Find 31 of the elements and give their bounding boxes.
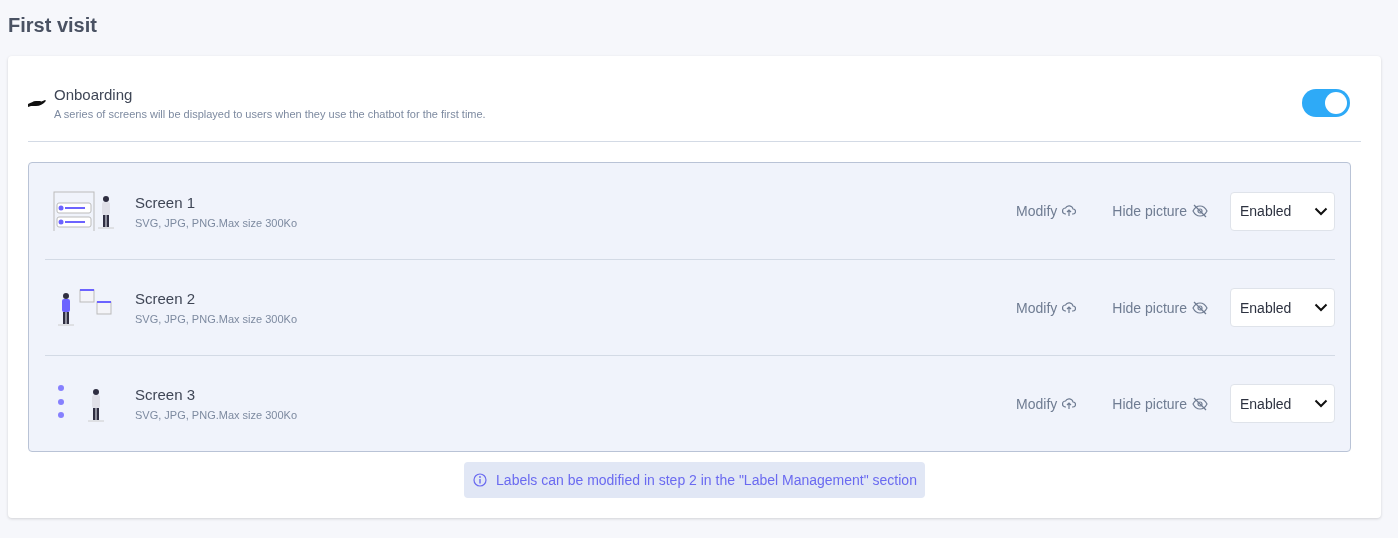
onboarding-title: Onboarding xyxy=(54,86,134,103)
cloud-upload-icon xyxy=(1062,205,1077,217)
page-title: First visit xyxy=(8,14,98,37)
info-text: Labels can be modified in step 2 in the "Label Management" section xyxy=(496,472,917,488)
status-dropdown[interactable]: Enabled xyxy=(1230,384,1335,423)
eye-off-icon xyxy=(1192,300,1208,315)
onboarding-toggle[interactable] xyxy=(1302,89,1350,117)
status-dropdown[interactable]: Enabled xyxy=(1230,191,1335,231)
cloud-upload-icon xyxy=(1062,301,1077,314)
screen-title: Screen 2 xyxy=(135,290,197,307)
modify-button[interactable]: Modify xyxy=(1016,203,1077,219)
illustration-drawing xyxy=(53,191,115,231)
chevron-down-icon xyxy=(1314,399,1328,408)
file-hint: SVG, JPG, PNG.Max size 300Ko xyxy=(135,409,298,421)
chevron-down-icon xyxy=(1314,303,1328,312)
eye-off-icon xyxy=(1192,204,1208,218)
hide-picture-button[interactable]: Hide picture xyxy=(1112,203,1208,219)
screen-title: Screen 3 xyxy=(135,386,197,403)
info-icon xyxy=(473,473,488,487)
status-dropdown[interactable]: Enabled xyxy=(1230,288,1335,327)
onboarding-description: A series of screens will be displayed to users when they use the chatbot for the first time. xyxy=(54,108,487,120)
hide-picture-button[interactable]: Hide picture xyxy=(1112,395,1208,412)
modify-button[interactable]: Modify xyxy=(1016,299,1077,316)
modify-button[interactable]: Modify xyxy=(1016,395,1077,412)
eye-off-icon xyxy=(1192,396,1208,411)
hide-picture-button[interactable]: Hide picture xyxy=(1112,299,1208,316)
chevron-down-icon xyxy=(1314,206,1328,216)
screen-title: Screen 1 xyxy=(135,193,197,211)
file-hint: SVG, JPG, PNG.Max size 300Ko xyxy=(135,313,298,325)
file-hint: SVG, JPG, PNG.Max size 300Ko xyxy=(135,216,298,229)
cloud-upload-icon xyxy=(1062,397,1077,410)
